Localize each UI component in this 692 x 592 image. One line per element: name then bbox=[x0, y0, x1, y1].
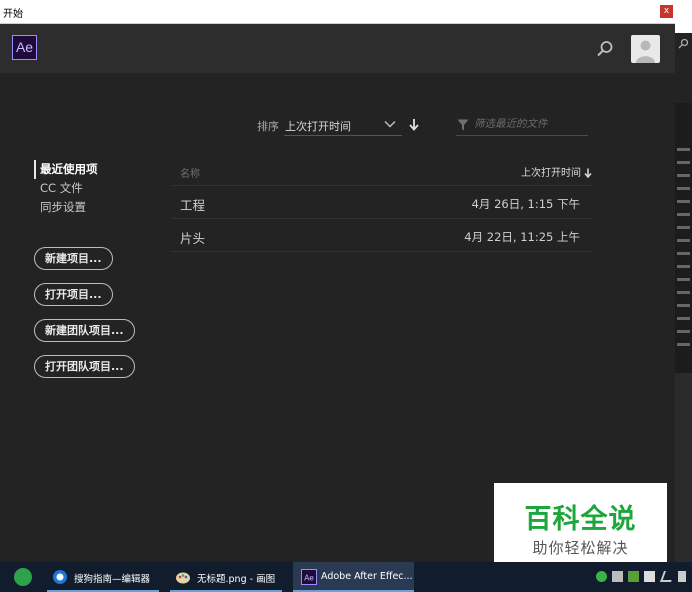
taskbar: 搜狗指南—编辑器 无标题.png - 画图 Ae Adobe After Eff… bbox=[0, 562, 692, 592]
window-titlebar: 开始 x bbox=[0, 0, 675, 24]
file-opened-time: 4月 22日, 11:25 上午 bbox=[464, 230, 580, 244]
nav-cc-files[interactable]: CC 文件 bbox=[34, 179, 98, 198]
taskbar-item-paint[interactable]: 无标题.png - 画图 bbox=[170, 562, 287, 592]
filter-input[interactable] bbox=[474, 115, 586, 133]
svg-text:Ae: Ae bbox=[304, 574, 314, 583]
new-team-project-button[interactable]: 新建团队项目... bbox=[34, 319, 135, 342]
column-last-opened-header[interactable]: 上次打开时间 bbox=[521, 164, 592, 179]
watermark-main-text: 百科全说 bbox=[524, 504, 637, 535]
chevron-down-icon bbox=[384, 120, 396, 128]
volume-tray-icon[interactable] bbox=[678, 571, 686, 582]
panel-row bbox=[677, 291, 690, 294]
panel-row bbox=[677, 213, 690, 216]
arrow-down-icon[interactable] bbox=[408, 118, 420, 131]
wechat-tray-icon[interactable] bbox=[596, 571, 607, 582]
panel-row bbox=[677, 265, 690, 268]
close-button[interactable]: x bbox=[660, 5, 673, 18]
panel-row bbox=[677, 252, 690, 255]
network-tray-icon[interactable] bbox=[659, 571, 676, 582]
browser-icon bbox=[53, 570, 67, 584]
panel-row bbox=[677, 174, 690, 177]
open-team-project-button[interactable]: 打开团队项目... bbox=[34, 355, 135, 378]
after-effects-icon: Ae bbox=[301, 569, 317, 585]
panel-row bbox=[677, 343, 690, 346]
panel-row bbox=[677, 226, 690, 229]
system-tray bbox=[592, 562, 692, 592]
taskbar-item-after-effects[interactable]: Ae Adobe After Effec... bbox=[293, 562, 414, 592]
after-effects-logo: Ae bbox=[12, 35, 37, 60]
taskbar-item-label: 搜狗指南—编辑器 bbox=[74, 574, 151, 585]
filter-field bbox=[456, 112, 588, 136]
taskbar-item-browser[interactable]: 搜狗指南—编辑器 bbox=[47, 562, 164, 592]
start-orb-icon[interactable] bbox=[14, 568, 32, 586]
recent-files-table: 名称 上次打开时间 工程 4月 26日, 1:15 下午 片头 4月 22日, … bbox=[172, 158, 592, 252]
taskbar-item-label: 无标题.png - 画图 bbox=[197, 574, 276, 585]
file-name: 片头 bbox=[180, 231, 206, 246]
sort-label: 排序 bbox=[257, 120, 279, 133]
panel-row bbox=[677, 148, 690, 151]
paint-icon bbox=[176, 572, 190, 584]
watermark-sub-text: 助你轻松解决 bbox=[532, 539, 629, 557]
sort-dropdown[interactable]: 上次打开时间 bbox=[284, 112, 402, 136]
panel-segment bbox=[675, 373, 692, 562]
panel-row bbox=[677, 161, 690, 164]
search-icon bbox=[678, 38, 689, 49]
user-avatar-icon[interactable] bbox=[631, 35, 660, 63]
table-row[interactable]: 工程 4月 26日, 1:15 下午 bbox=[172, 186, 592, 219]
panel-row bbox=[677, 330, 690, 333]
column-name-header: 名称 bbox=[180, 169, 200, 180]
file-name: 工程 bbox=[180, 198, 206, 213]
device-tray-icon[interactable] bbox=[644, 571, 655, 582]
panel-row bbox=[677, 304, 690, 307]
table-header: 名称 上次打开时间 bbox=[172, 158, 592, 186]
panel-row bbox=[677, 278, 690, 281]
open-project-button[interactable]: 打开项目... bbox=[34, 283, 113, 306]
panel-row bbox=[677, 239, 690, 242]
panel-row bbox=[677, 200, 690, 203]
panel-row bbox=[677, 317, 690, 320]
sort-arrow-down-icon bbox=[584, 168, 592, 178]
window-title: 开始 bbox=[3, 9, 23, 20]
watermark-logo: 百科全说 助你轻松解决 bbox=[494, 483, 667, 562]
panel-segment bbox=[675, 0, 692, 33]
dialog-header: Ae bbox=[0, 24, 675, 73]
search-icon[interactable] bbox=[596, 40, 614, 58]
table-row[interactable]: 片头 4月 22日, 11:25 上午 bbox=[172, 219, 592, 252]
left-nav: 最近使用项 CC 文件 同步设置 bbox=[34, 160, 98, 217]
sort-selected-value: 上次打开时间 bbox=[285, 120, 351, 133]
start-dialog: Ae 最近使用项 CC 文件 同步设置 新建项目... 打开项目... 新建团队… bbox=[0, 24, 675, 562]
nav-recent[interactable]: 最近使用项 bbox=[34, 160, 98, 179]
column-last-opened-label: 上次打开时间 bbox=[521, 168, 581, 179]
filter-funnel-icon bbox=[457, 119, 469, 131]
app-tray-icon[interactable] bbox=[628, 571, 639, 582]
panel-row bbox=[677, 187, 690, 190]
file-opened-time: 4月 26日, 1:15 下午 bbox=[471, 197, 580, 211]
new-project-button[interactable]: 新建项目... bbox=[34, 247, 113, 270]
background-app-panels bbox=[675, 0, 692, 562]
taskbar-item-label: Adobe After Effec... bbox=[321, 571, 413, 582]
keyboard-tray-icon[interactable] bbox=[612, 571, 623, 582]
nav-sync-settings[interactable]: 同步设置 bbox=[34, 198, 98, 217]
